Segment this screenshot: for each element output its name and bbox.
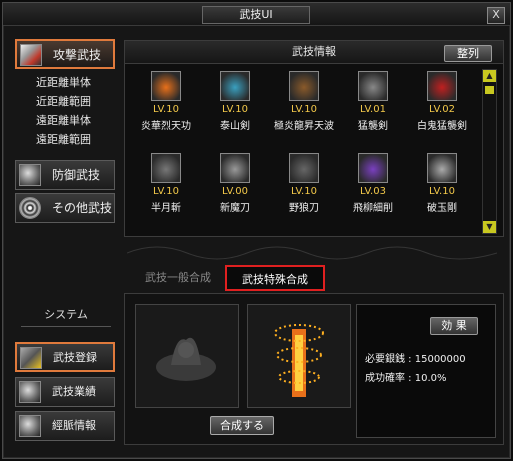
system-label: システム (21, 304, 111, 327)
title-bar[interactable]: 武技UI X (3, 3, 510, 26)
tab-general-combine[interactable]: 武技一般合成 (131, 265, 225, 291)
figure-icon (19, 164, 41, 186)
category-other-label: その他武技 (52, 201, 113, 215)
sort-button[interactable]: 整列 (444, 45, 492, 62)
fist-icon[interactable] (427, 153, 457, 183)
purple-orb-icon[interactable] (358, 153, 388, 183)
skill-name: 炎華烈天功 (141, 121, 191, 132)
category-defense-label: 防御武技 (52, 168, 101, 182)
ghost-skill-icon (156, 337, 216, 381)
skill-name: 猛襲剣 (358, 121, 388, 132)
subitem-melee-area[interactable]: 近距離範囲 (36, 95, 91, 109)
skill-level: LV.10 (291, 186, 317, 197)
skill-name: 泰山剣 (220, 121, 250, 132)
compose-panel: 効 果 必要銀銭 : 15000000 成功確率 : 10.0% 合成する (124, 293, 504, 445)
scroll-down-icon[interactable]: ▼ (483, 221, 496, 233)
subitem-melee-single[interactable]: 近距離単体 (36, 76, 91, 90)
scroll-thumb[interactable] (485, 86, 494, 94)
category-other-button[interactable]: その他武技 (15, 193, 115, 223)
dragon-icon[interactable] (289, 71, 319, 101)
fire-pillar-icon[interactable] (151, 71, 181, 101)
skill-register-label: 武技登録 (53, 351, 97, 364)
effect-panel: 効 果 必要銀銭 : 15000000 成功確率 : 10.0% (356, 304, 496, 438)
skill-achievement-label: 武技業績 (52, 385, 96, 398)
result-slot[interactable] (247, 304, 351, 408)
subitem-ranged-single[interactable]: 遠距離単体 (36, 114, 91, 128)
skill-level: LV.02 (429, 104, 455, 115)
tab-special-combine[interactable]: 武技特殊合成 (225, 265, 325, 291)
skill-name: 破玉剛 (427, 203, 457, 214)
register-icon (20, 347, 42, 369)
crescent-icon[interactable] (151, 153, 181, 183)
claw-icon[interactable] (358, 71, 388, 101)
blue-splash-icon[interactable] (220, 71, 250, 101)
spiral-icon[interactable] (220, 153, 250, 183)
white-flame-icon[interactable] (427, 71, 457, 101)
skill-level: LV.10 (291, 104, 317, 115)
skill-level: LV.10 (429, 186, 455, 197)
wolf-icon[interactable] (289, 153, 319, 183)
skill-name: 極炎龍昇天波 (274, 121, 334, 132)
sword-icon (20, 44, 42, 66)
skill-level: LV.00 (222, 186, 248, 197)
combine-button[interactable]: 合成する (210, 416, 274, 435)
skill-level: LV.03 (360, 186, 386, 197)
swirl-icon (19, 197, 41, 219)
skill-window: 武技UI X 攻撃武技 近距離単体 近距離範囲 遠距離単体 遠距離範囲 防御武技… (2, 2, 511, 459)
skill-scrollbar[interactable]: ▲ ▼ (482, 69, 497, 234)
subitem-ranged-area[interactable]: 遠距離範囲 (36, 133, 91, 147)
body-icon (19, 415, 41, 437)
skill-achievement-button[interactable]: 武技業績 (15, 377, 115, 407)
skill-level: LV.10 (222, 104, 248, 115)
skill-level: LV.10 (153, 186, 179, 197)
category-attack-button[interactable]: 攻撃武技 (15, 39, 115, 69)
skill-info-panel: 武技情報 整列 LV.10 炎華烈天功 LV.10 泰山剣 LV.10 極炎龍昇天波 LV.… (124, 40, 504, 237)
window-title: 武技UI (202, 6, 310, 24)
close-button[interactable]: X (487, 7, 505, 24)
decorative-wave (127, 246, 497, 260)
fire-pillar-result-icon (274, 324, 324, 397)
skill-name: 野狼刀 (289, 203, 319, 214)
skill-register-button[interactable]: 武技登録 (15, 342, 115, 372)
quill-icon (19, 381, 41, 403)
skill-name: 白鬼猛襲剣 (417, 121, 467, 132)
skill-name: 新魔刀 (220, 203, 250, 214)
skill-level: LV.01 (360, 104, 386, 115)
meridian-info-label: 經脈情報 (52, 419, 96, 432)
material-slot[interactable] (135, 304, 239, 408)
meridian-info-button[interactable]: 經脈情報 (15, 411, 115, 441)
effect-button[interactable]: 効 果 (430, 317, 478, 335)
cost-text: 必要銀銭 : 15000000 (365, 354, 466, 365)
category-defense-button[interactable]: 防御武技 (15, 160, 115, 190)
skill-level: LV.10 (153, 104, 179, 115)
scroll-up-icon[interactable]: ▲ (483, 70, 496, 82)
skill-name: 半月斬 (151, 203, 181, 214)
skill-name: 飛柳細削 (353, 203, 393, 214)
category-attack-label: 攻撃武技 (53, 48, 102, 62)
rate-text: 成功確率 : 10.0% (365, 373, 447, 384)
